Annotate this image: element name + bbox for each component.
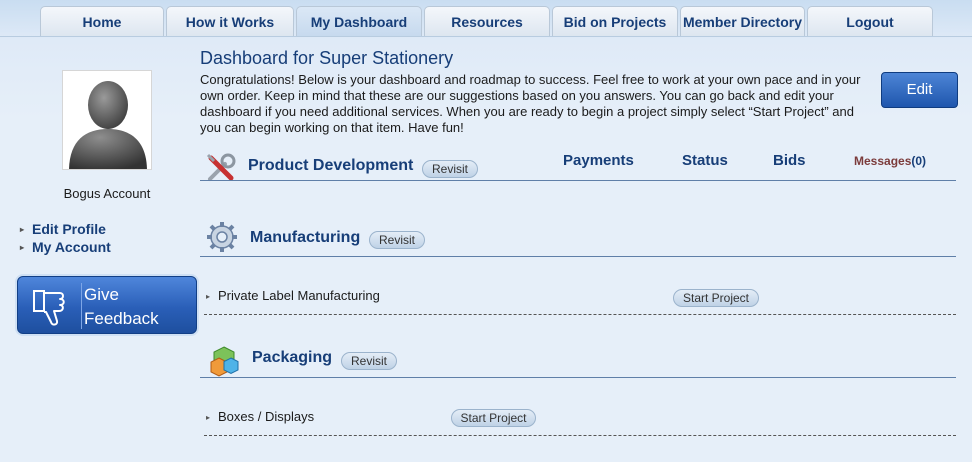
section-title-packaging: Packaging xyxy=(252,349,333,366)
bullet-arrow-icon: ▸ xyxy=(206,413,211,422)
tab-my-dashboard[interactable]: My Dashboard xyxy=(296,6,422,37)
revisit-button[interactable]: Revisit xyxy=(341,352,397,370)
section-divider xyxy=(200,377,956,378)
section-divider xyxy=(200,180,956,181)
my-account-label: My Account xyxy=(32,239,111,255)
feedback-text: Give Feedback xyxy=(84,283,194,331)
tab-logout[interactable]: Logout xyxy=(807,6,933,36)
column-bids: Bids xyxy=(773,152,806,169)
messages-label: Messages xyxy=(854,154,912,168)
bullet-arrow-icon: ▸ xyxy=(20,225,25,234)
boxes-icon xyxy=(210,346,239,377)
feedback-line-1: Give xyxy=(84,285,119,304)
list-item: ▸ Boxes / Displays xyxy=(206,409,314,424)
top-nav: Home How it Works My Dashboard Resources… xyxy=(0,6,972,37)
edit-button[interactable]: Edit xyxy=(881,72,958,108)
tab-member-directory[interactable]: Member Directory xyxy=(680,6,805,36)
give-feedback-button[interactable]: Give Feedback xyxy=(17,276,197,334)
item-label: Private Label Manufacturing xyxy=(218,288,380,303)
feedback-divider xyxy=(81,283,82,329)
section-title-manufacturing: Manufacturing xyxy=(250,229,361,246)
column-payments: Payments xyxy=(563,152,634,169)
edit-profile-label: Edit Profile xyxy=(32,221,106,237)
edit-profile-link[interactable]: ▸ Edit Profile xyxy=(20,221,106,237)
section-divider xyxy=(200,256,956,257)
column-messages: Messages(0) xyxy=(854,154,926,168)
tab-how-it-works[interactable]: How it Works xyxy=(166,6,294,36)
revisit-button[interactable]: Revisit xyxy=(369,231,425,249)
intro-text: Congratulations! Below is your dashboard… xyxy=(200,72,861,135)
start-project-button[interactable]: Start Project xyxy=(673,289,759,307)
tab-resources[interactable]: Resources xyxy=(424,6,550,36)
bullet-arrow-icon: ▸ xyxy=(20,243,25,252)
column-status: Status xyxy=(682,152,728,169)
nav-divider xyxy=(0,36,972,37)
item-label: Boxes / Displays xyxy=(218,409,315,424)
item-divider xyxy=(204,314,956,315)
user-silhouette-icon xyxy=(69,81,147,169)
thumbs-down-icon xyxy=(33,290,65,326)
tab-home[interactable]: Home xyxy=(40,6,164,36)
bullet-arrow-icon: ▸ xyxy=(206,292,211,301)
messages-count: (0) xyxy=(911,154,927,168)
account-name: Bogus Account xyxy=(63,186,151,201)
gear-icon xyxy=(207,222,237,252)
avatar xyxy=(62,70,152,170)
revisit-button[interactable]: Revisit xyxy=(422,160,478,178)
section-title-product-development: Product Development xyxy=(248,157,414,174)
feedback-line-2: Feedback xyxy=(84,309,159,328)
page-title: Dashboard for Super Stationery xyxy=(200,48,454,68)
item-divider xyxy=(204,435,956,436)
tab-bid-on-projects[interactable]: Bid on Projects xyxy=(552,6,678,36)
start-project-button[interactable]: Start Project xyxy=(451,409,536,427)
my-account-link[interactable]: ▸ My Account xyxy=(20,239,111,255)
list-item: ▸ Private Label Manufacturing xyxy=(206,288,380,303)
